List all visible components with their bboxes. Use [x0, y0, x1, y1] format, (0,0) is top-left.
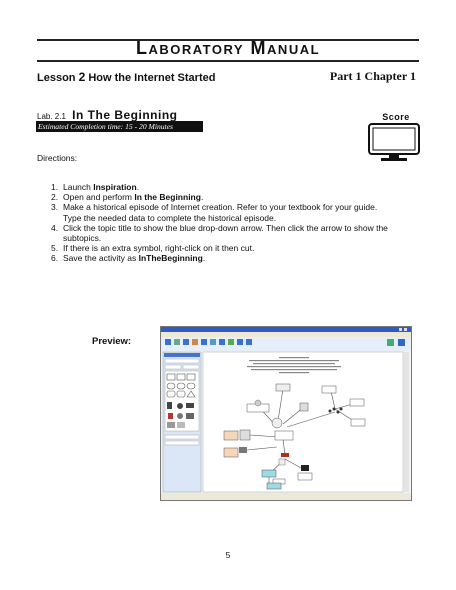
step-continuation: subtopics.: [63, 233, 102, 244]
direction-step: 2. Open and perform In the Beginning.: [51, 192, 411, 202]
step-text: Launch: [63, 182, 94, 192]
title-rule-bottom: [37, 60, 419, 62]
page-number: 5: [225, 550, 231, 560]
step-text-end: .: [136, 182, 140, 192]
direction-step: 1. Launch Inspiration.: [51, 182, 411, 192]
lab-heading: Lab. 2.1 In The Beginning: [37, 108, 177, 122]
step-keyword: Inspiration: [93, 182, 137, 192]
part-label: Part: [329, 69, 353, 83]
preview-screenshot: [160, 326, 412, 501]
directions-label: Directions:: [37, 153, 78, 163]
manual-title: Laboratory Manual: [135, 38, 321, 58]
inspiration-app-thumbnail: [161, 327, 411, 500]
step-text: Open and perform: [63, 192, 135, 203]
step-number: 6.: [51, 253, 59, 264]
directions-list: 1. Launch Inspiration. 2. Open and perform …: [51, 182, 411, 264]
step-number: 3.: [51, 202, 59, 213]
chapter-label: Chapter: [364, 69, 407, 83]
chapter-number: 1: [410, 69, 416, 83]
score-label: Score: [382, 112, 410, 122]
step-continuation: Type the needed data to complete the his…: [63, 212, 277, 223]
step-number: 2.: [51, 192, 59, 203]
preview-label: Preview:: [92, 336, 132, 347]
score-monitor-icon: [368, 123, 420, 161]
step-text: Make a historical episode of Internet cr…: [63, 202, 378, 213]
direction-step: 5. If there is an extra symbol, right-cli…: [51, 243, 411, 253]
lab-title: In The Beginning: [72, 108, 178, 122]
lesson-label: Lesson: [37, 72, 76, 84]
step-keyword: In the Beginning: [134, 192, 201, 203]
step-text: Click the topic title to show the blue d…: [63, 222, 388, 233]
direction-step: 3. Make a historical episode of Internet …: [51, 202, 411, 222]
lesson-title: How the Internet Started: [88, 72, 216, 84]
lesson-number: 2: [78, 70, 86, 84]
step-text-end: .: [202, 253, 206, 264]
step-number: 5.: [51, 243, 59, 254]
estimated-time-bar: Estimated Completion time: 15 - 20 Minut…: [36, 121, 203, 132]
part-number: 1: [355, 69, 362, 83]
part-chapter-heading: Part 1 Chapter 1: [330, 69, 416, 84]
direction-step: 6. Save the activity as InTheBeginning.: [51, 253, 411, 263]
step-text: Save the activity as: [63, 253, 139, 264]
step-keyword: InTheBeginning: [138, 253, 203, 264]
lab-number: Lab. 2.1: [37, 112, 66, 121]
step-text: If there is an extra symbol, right-click…: [63, 243, 255, 254]
step-text-end: .: [200, 192, 204, 203]
lesson-heading: Lesson 2 How the Internet Started: [37, 70, 215, 84]
direction-step: 4. Click the topic title to show the blue…: [51, 223, 411, 243]
step-number: 1.: [51, 182, 59, 192]
step-number: 4.: [51, 222, 59, 233]
